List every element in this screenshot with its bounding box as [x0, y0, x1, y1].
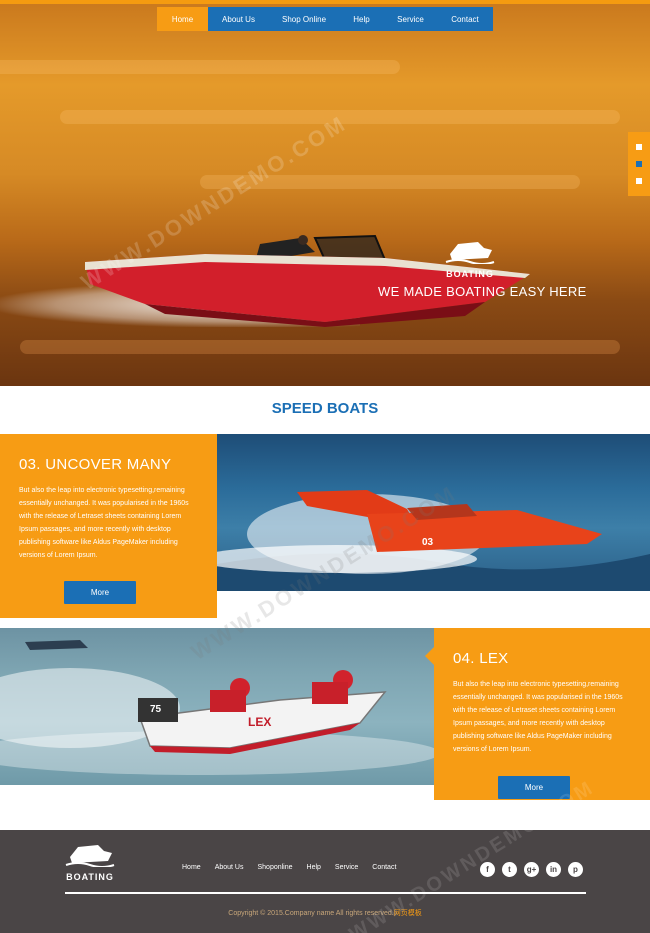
feature-1-title: 03. UNCOVER MANY [19, 456, 172, 473]
feature-2-more-button[interactable]: More [498, 776, 570, 799]
social-links: f t g+ in p [480, 862, 583, 877]
motion-streak [20, 340, 620, 354]
feature-1-more-button[interactable]: More [64, 581, 136, 604]
racing-boat-image: 03 [217, 490, 650, 591]
racing-boat-lex-image: LEX 75 [0, 640, 434, 775]
feature-1-image: 03 [217, 434, 650, 591]
feature-2-pointer [425, 647, 434, 665]
slider-dot[interactable] [636, 178, 642, 184]
hero-logo: BOATING [444, 240, 496, 279]
nav-home[interactable]: Home [157, 7, 208, 31]
footer-nav-service[interactable]: Service [335, 864, 358, 871]
boat-logo-icon [445, 242, 495, 265]
feature-card-2: 04. LEX But also the leap into electroni… [434, 628, 650, 800]
copyright-text: Copyright © 2015.Company name All rights… [228, 910, 394, 917]
boat-logo-icon [65, 845, 115, 868]
boat-brand-label: LEX [248, 715, 271, 729]
copyright-link[interactable]: 网页模板 [394, 910, 422, 917]
footer-nav-about-us[interactable]: About Us [215, 864, 244, 871]
footer-nav: Home About Us Shoponline Help Service Co… [182, 864, 410, 871]
slider-dot-active[interactable] [636, 161, 642, 167]
footer-nav-contact[interactable]: Contact [372, 864, 396, 871]
hero-logo-text: BOATING [446, 269, 494, 279]
nav-shop-online[interactable]: Shop Online [269, 7, 339, 31]
motion-streak [60, 110, 620, 124]
facebook-icon[interactable]: f [480, 862, 495, 877]
motion-streak [0, 60, 400, 74]
boat-number-label: 03 [422, 537, 434, 548]
nav-help[interactable]: Help [339, 7, 384, 31]
feature-2-text: But also the leap into electronic typese… [453, 681, 623, 753]
nav-about-us[interactable]: About Us [208, 7, 269, 31]
footer-logo-text: BOATING [66, 872, 114, 882]
slider-dots [628, 132, 650, 196]
twitter-icon[interactable]: t [502, 862, 517, 877]
pinterest-icon[interactable]: p [568, 862, 583, 877]
slider-dot[interactable] [636, 144, 642, 150]
feature-2-title: 04. LEX [453, 650, 509, 667]
boat-number-label: 75 [150, 704, 162, 715]
top-accent-bar [0, 0, 650, 4]
section-title: SPEED BOATS [271, 400, 379, 417]
nav-service[interactable]: Service [384, 7, 437, 31]
linkedin-icon[interactable]: in [546, 862, 561, 877]
footer-nav-shoponline[interactable]: Shoponline [257, 864, 292, 871]
feature-1-text: But also the leap into electronic typese… [19, 487, 189, 559]
main-nav: Home About Us Shop Online Help Service C… [157, 7, 493, 31]
google-plus-icon[interactable]: g+ [524, 862, 539, 877]
hero-banner: BOATING WE MADE BOATING EASY HERE WWW.DO… [0, 0, 650, 386]
nav-contact[interactable]: Contact [437, 7, 493, 31]
footer-divider [65, 892, 586, 894]
footer-nav-help[interactable]: Help [307, 864, 321, 871]
motion-streak [200, 175, 580, 189]
feature-2-image: LEX 75 [0, 628, 434, 785]
hero-tagline: WE MADE BOATING EASY HERE [378, 284, 587, 299]
footer-logo[interactable]: BOATING [62, 843, 118, 883]
footer-nav-home[interactable]: Home [182, 864, 201, 871]
copyright: Copyright © 2015.Company name All rights… [0, 908, 650, 918]
